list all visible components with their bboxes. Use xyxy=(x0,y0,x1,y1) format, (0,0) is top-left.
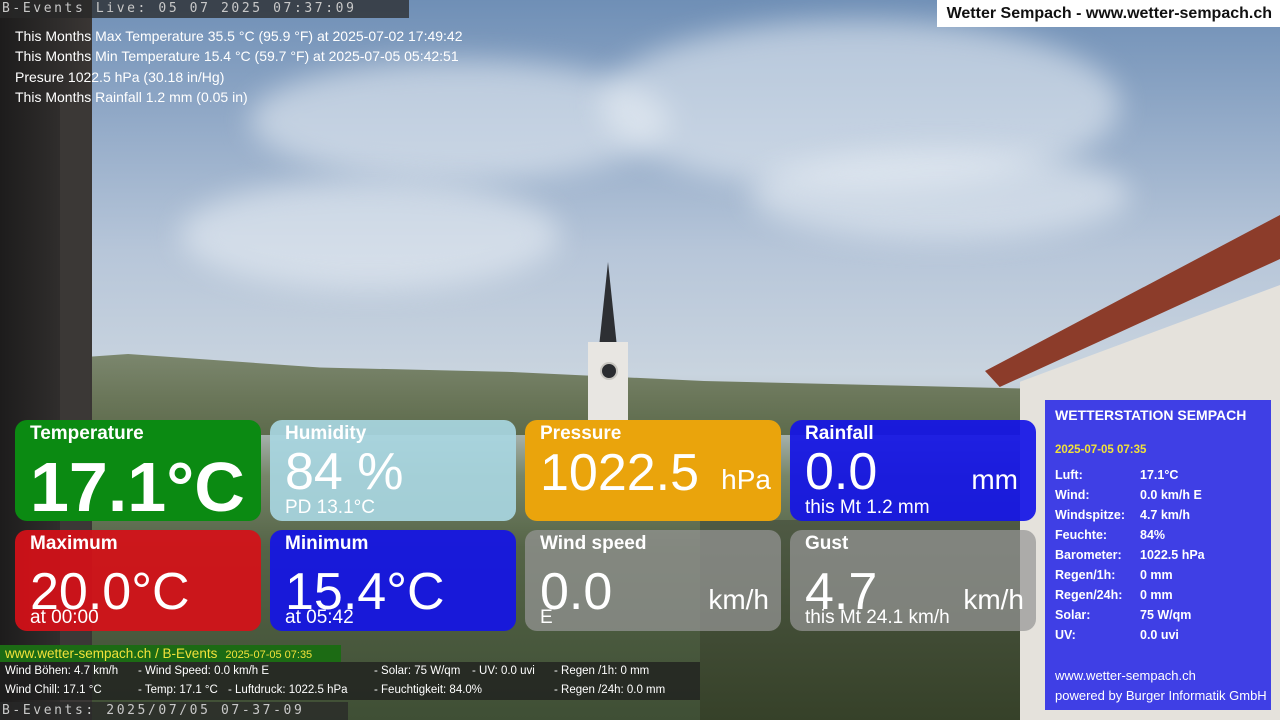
tile-humidity: Humidity 84 % PD 13.1°C xyxy=(270,420,516,521)
data-humidity: - Feuchtigkeit: 84.0% xyxy=(374,684,483,696)
tile-time: at 05:42 xyxy=(285,607,354,628)
data-wind-gust: Wind Böhen: 4.7 km/h xyxy=(5,665,119,677)
station-row: UV: 0.0 uvi xyxy=(1055,628,1179,642)
stat-min-temperature: This Months Min Temperature 15.4 °C (59.… xyxy=(15,48,459,65)
station-site-link[interactable]: www.wetter-sempach.ch xyxy=(1055,668,1196,683)
data-wind-chill: Wind Chill: 17.1 °C xyxy=(5,684,102,696)
data-pressure: - Luftdruck: 1022.5 hPa xyxy=(228,684,348,696)
footer-link-bar: www.wetter-sempach.ch / B-Events 2025-07-… xyxy=(0,645,341,662)
tile-unit: hPa xyxy=(721,464,771,495)
footer-timestamp: 2025-07-05 07:35 xyxy=(225,649,313,661)
tile-unit: km/h xyxy=(963,584,1024,615)
data-wind-speed: - Wind Speed: 0.0 km/h E xyxy=(138,665,270,677)
tile-label: Gust xyxy=(805,533,849,554)
tile-label: Wind speed xyxy=(540,533,647,554)
tile-label: Pressure xyxy=(540,423,622,444)
footer-site-link[interactable]: www.wetter-sempach.ch / B-Events xyxy=(0,646,217,661)
tile-gust: Gust 4.7 km/h this Mt 24.1 km/h xyxy=(790,530,1036,631)
tile-month-gust: this Mt 24.1 km/h xyxy=(805,607,950,628)
tile-direction: E xyxy=(540,607,553,628)
station-row: Windspitze: 4.7 km/h xyxy=(1055,508,1191,522)
footer-data: Wind Böhen: 4.7 km/h - Wind Speed: 0.0 k… xyxy=(0,662,700,700)
tile-minimum: Minimum 15.4°C at 05:42 xyxy=(270,530,516,631)
tile-rainfall: Rainfall 0.0 mm this Mt 1.2 mm xyxy=(790,420,1036,521)
status-timestamp-bar: B-Events: 2025/07/05 07-37-09 xyxy=(0,702,348,720)
data-solar: - Solar: 75 W/qm xyxy=(374,665,461,677)
tile-label: Temperature xyxy=(30,423,144,444)
station-row: Feuchte: 84% xyxy=(1055,528,1166,542)
station-panel: WETTERSTATION SEMPACH 2025-07-05 07:35 L… xyxy=(1045,400,1271,710)
tile-unit: km/h xyxy=(708,584,769,615)
tile-windspeed: Wind speed 0.0 km/h E xyxy=(525,530,781,631)
stat-max-temperature: This Months Max Temperature 35.5 °C (95.… xyxy=(15,28,463,44)
church-steeple xyxy=(586,262,630,422)
tile-label: Minimum xyxy=(285,533,369,554)
station-row: Wind: 0.0 km/h E xyxy=(1055,488,1202,502)
cloud-shape xyxy=(180,180,560,290)
station-row: Luft: 17.1°C xyxy=(1055,468,1179,482)
data-rain-24h: - Regen /24h: 0.0 mm xyxy=(554,684,666,696)
tile-label: Rainfall xyxy=(805,423,874,444)
tile-value: 84 % xyxy=(285,443,404,501)
monthly-stats: This Months Max Temperature 35.5 °C (95.… xyxy=(15,26,463,107)
tile-value: 17.1°C xyxy=(30,448,245,521)
tile-label: Humidity xyxy=(285,423,367,444)
tile-dewpoint: PD 13.1°C xyxy=(285,497,375,518)
tile-value: 0.0 xyxy=(805,443,878,501)
station-row: Regen/24h: 0 mm xyxy=(1055,588,1173,602)
stat-rainfall: This Months Rainfall 1.2 mm (0.05 in) xyxy=(15,88,248,105)
data-temp: - Temp: 17.1 °C xyxy=(138,684,218,696)
live-timestamp-bar: B-Events Live: 05 07 2025 07:37:09 xyxy=(0,0,409,18)
tile-maximum: Maximum 20.0°C at 00:00 xyxy=(15,530,261,631)
station-title: WETTERSTATION SEMPACH xyxy=(1055,407,1247,423)
station-row: Solar: 75 W/qm xyxy=(1055,608,1192,622)
tile-time: at 00:00 xyxy=(30,607,99,628)
tile-month-rain: this Mt 1.2 mm xyxy=(805,497,930,518)
tile-pressure: Pressure 1022.5 hPa xyxy=(525,420,781,521)
tile-label: Maximum xyxy=(30,533,118,554)
site-title: Wetter Sempach - www.wetter-sempach.ch xyxy=(936,0,1280,27)
tile-unit: mm xyxy=(971,464,1018,495)
station-credit: powered by Burger Informatik GmbH xyxy=(1055,688,1267,703)
tile-value: 1022.5 xyxy=(540,444,700,502)
data-uv: - UV: 0.0 uvi xyxy=(472,665,535,677)
tile-temperature: Temperature 17.1°C xyxy=(15,420,261,521)
station-date: 2025-07-05 07:35 xyxy=(1055,444,1147,456)
stat-pressure: Presure 1022.5 hPa (30.18 in/Hg) xyxy=(15,68,225,85)
data-rain-1h: - Regen /1h: 0 mm xyxy=(554,665,650,677)
station-row: Regen/1h: 0 mm xyxy=(1055,568,1173,582)
station-row: Barometer: 1022.5 hPa xyxy=(1055,548,1205,562)
